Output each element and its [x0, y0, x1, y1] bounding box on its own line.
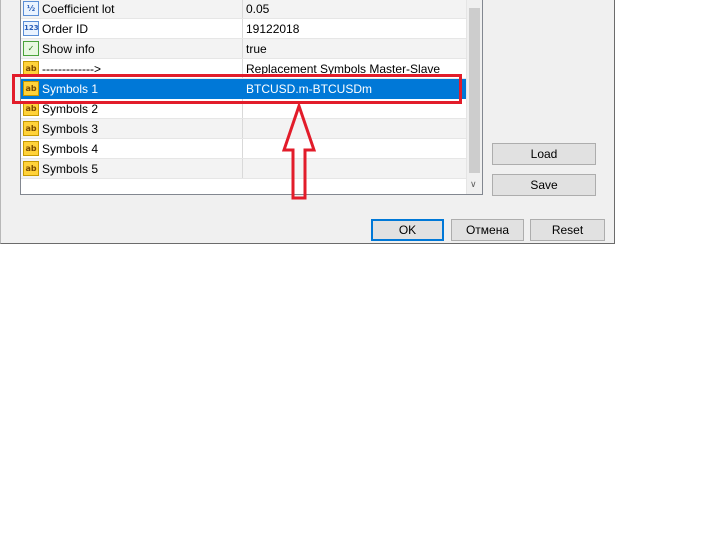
chevron-down-icon[interactable]: ∨: [470, 180, 477, 190]
parameter-value-cell[interactable]: true: [244, 39, 467, 58]
parameter-name-cell: ab Symbols 5: [21, 159, 243, 178]
inputs-dialog: ½ Coefficient lot 0.05 123 Order ID 1912…: [0, 0, 615, 244]
parameter-value-cell[interactable]: 0.05: [244, 0, 467, 18]
parameter-name: ------------->: [42, 62, 101, 76]
fraction-icon: ½: [23, 1, 39, 16]
parameter-value: 19122018: [246, 22, 300, 36]
string-icon: ab: [23, 61, 39, 76]
parameters-grid: ½ Coefficient lot 0.05 123 Order ID 1912…: [20, 0, 483, 195]
scrollbar-thumb[interactable]: [469, 8, 480, 173]
parameter-value: 0.05: [246, 2, 270, 16]
table-row[interactable]: ab Symbols 2: [21, 99, 467, 119]
table-row[interactable]: ½ Coefficient lot 0.05: [21, 0, 467, 19]
table-row[interactable]: ab Symbols 4: [21, 139, 467, 159]
parameter-name-cell: ½ Coefficient lot: [21, 0, 243, 18]
ok-button[interactable]: OK: [371, 219, 444, 241]
parameter-name-cell: ab Symbols 4: [21, 139, 243, 158]
parameter-value: true: [246, 42, 267, 56]
reset-button[interactable]: Reset: [530, 219, 605, 241]
parameter-value-cell[interactable]: BTCUSD.m-BTCUSDm: [244, 79, 467, 98]
parameter-name-cell: ab Symbols 3: [21, 119, 243, 138]
parameter-name: Coefficient lot: [42, 2, 115, 16]
parameter-value-cell[interactable]: [244, 139, 467, 158]
parameter-name: Symbols 2: [42, 102, 99, 116]
parameter-name-cell: ab Symbols 2: [21, 99, 243, 118]
parameter-value: BTCUSD.m-BTCUSDm: [246, 82, 372, 96]
table-row[interactable]: ab -------------> Replacement Symbols Ma…: [21, 59, 467, 79]
parameter-value-cell[interactable]: [244, 159, 467, 178]
parameter-name: Symbols 3: [42, 122, 99, 136]
save-button[interactable]: Save: [492, 174, 596, 196]
table-row[interactable]: ab Symbols 5: [21, 159, 467, 179]
table-row[interactable]: 123 Order ID 19122018: [21, 19, 467, 39]
load-button[interactable]: Load: [492, 143, 596, 165]
parameters-table: ½ Coefficient lot 0.05 123 Order ID 1912…: [21, 0, 467, 179]
boolean-icon: ✓: [23, 41, 39, 56]
table-row[interactable]: ✓ Show info true: [21, 39, 467, 59]
vertical-scrollbar[interactable]: ∨: [466, 0, 482, 194]
string-icon: ab: [23, 141, 39, 156]
parameter-value: Replacement Symbols Master-Slave: [246, 62, 441, 76]
parameter-name: Show info: [42, 42, 95, 56]
parameter-name: Symbols 5: [42, 162, 99, 176]
parameter-value-cell[interactable]: 19122018: [244, 19, 467, 38]
string-icon: ab: [23, 121, 39, 136]
parameter-name: Order ID: [42, 22, 89, 36]
table-row[interactable]: ab Symbols 3: [21, 119, 467, 139]
string-icon: ab: [23, 101, 39, 116]
parameter-name-cell: ab ------------->: [21, 59, 243, 78]
number-icon: 123: [23, 21, 39, 36]
cancel-button[interactable]: Отмена: [451, 219, 524, 241]
parameter-name: Symbols 1: [42, 82, 99, 96]
parameter-name-cell: 123 Order ID: [21, 19, 243, 38]
table-row-selected[interactable]: ab Symbols 1 BTCUSD.m-BTCUSDm: [21, 79, 467, 99]
parameter-value-cell[interactable]: [244, 119, 467, 138]
parameter-name: Symbols 4: [42, 142, 99, 156]
parameter-name-cell: ab Symbols 1: [21, 79, 243, 98]
string-icon: ab: [23, 81, 39, 96]
parameter-name-cell: ✓ Show info: [21, 39, 243, 58]
parameter-value-cell[interactable]: Replacement Symbols Master-Slave: [244, 59, 467, 78]
parameter-value-cell[interactable]: [244, 99, 467, 118]
string-icon: ab: [23, 161, 39, 176]
